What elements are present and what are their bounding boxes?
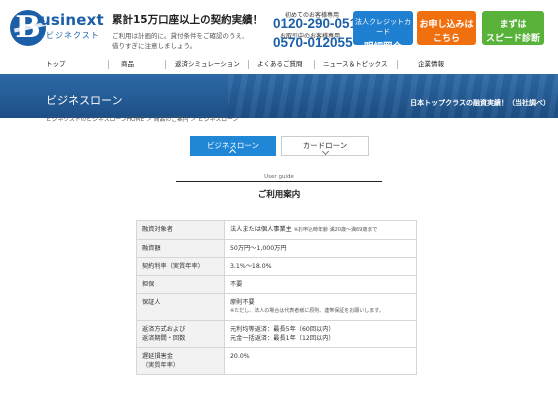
speed-diagnosis-button[interactable]: まずは スピード診断 [482,11,544,45]
nav-divider [108,60,109,69]
row-note: ※お申込時年齢 満20歳〜満69歳まで [293,227,378,233]
tagline-note: 借りすぎに注意しましょう。 [112,42,197,50]
row-value-text: 原則不要 [230,299,255,306]
row-label-line: 遅延損害金 [142,353,173,360]
main-nav: トップ 商品 返済シミュレーション よくあるご質問 ニュース＆トピックス 企業情… [0,58,558,72]
tagline-title: 累計15万口座以上の契約実績！ [112,14,264,26]
row-note: ※ただし、法人の場合は代表者様に原則、連帯保証をお願いします。 [230,308,384,314]
site-header: B usinext ビジネクスト 累計15万口座以上の契約実績！ ご利用は計画的… [0,0,558,58]
phone-new-number[interactable]: 0120-290-051 [273,16,357,31]
nav-divider [248,60,249,69]
logo-text: usinext [40,11,104,29]
button-label: 明細照会 [363,42,402,53]
logo-subtext: ビジネクスト [46,31,100,40]
nav-item-news[interactable]: ニュース＆トピックス [323,58,387,70]
table-row: 融資対象者 法人または個人事業主 ※お申込時年齢 満20歳〜満69歳まで [136,220,417,240]
row-label: 返済方式および 返済期間・回数 [136,320,225,348]
section-title: ご利用案内 [257,190,301,200]
nav-divider [397,60,398,69]
button-label: お申し込みは [419,20,474,30]
nav-divider [314,60,315,69]
row-value-line: 元利均等返済：最長5年（60回以内） [230,326,335,333]
table-row: 返済方式および 返済期間・回数 元利均等返済：最長5年（60回以内） 元金一括返… [136,320,417,348]
row-value: 50万円〜1,000万円 [224,239,417,258]
nav-item-faq[interactable]: よくあるご質問 [257,58,303,70]
row-label: 契約利率（実質年率） [136,257,225,276]
button-label: スピード診断 [485,34,540,44]
row-value: 3.1%〜18.0% [224,257,417,276]
page-title: ビジネスローン [46,94,123,107]
row-label: 融資額 [136,239,225,258]
table-row: 担保 不要 [136,275,417,294]
row-value: 法人または個人事業主 ※お申込時年齢 満20歳〜満69歳まで [224,220,417,240]
table-row: 融資額 50万円〜1,000万円 [136,239,417,258]
row-label: 融資対象者 [136,220,225,240]
nav-item-top[interactable]: トップ [46,58,66,70]
site-logo[interactable]: B usinext ビジネクスト [10,10,104,46]
row-label: 保証人 [136,293,225,321]
apply-button[interactable]: お申し込みは こちら [417,11,476,45]
table-row: 保証人 原則不要 ※ただし、法人の場合は代表者様に原則、連帯保証をお願いします。 [136,293,417,321]
nav-item-company[interactable]: 企業情報 [418,58,444,70]
button-label: 法人クレジットカード [355,18,411,36]
credit-card-statement-button[interactable]: 法人クレジットカード 明細照会 [353,11,413,53]
row-label: 担保 [136,275,225,294]
row-label-line: （実質年率） [142,362,180,369]
table-row: 契約利率（実質年率） 3.1%〜18.0% [136,257,417,276]
phone-existing-number[interactable]: 0570-012055 [273,35,353,50]
loan-info-table: 融資対象者 法人または個人事業主 ※お申込時年齢 満20歳〜満69歳まで 融資額… [136,220,417,375]
page-banner: ビジネスローン 日本トップクラスの融資実績！（当社調べ） [0,74,558,118]
table-row: 遅延損害金 （実質年率） 20.0% [136,347,417,375]
row-value-line: 元金一括返済：最長1年（12回以内） [230,335,335,342]
banner-tagline: 日本トップクラスの融資実績！（当社調べ） [410,99,550,107]
tagline-note: ご利用は計画的に。貸付条件をご確認のうえ、 [112,32,249,40]
nav-item-products[interactable]: 商品 [121,58,134,70]
row-value: 不要 [224,275,417,294]
tab-business-loan[interactable]: ビジネスローン [190,136,276,156]
row-label: 遅延損害金 （実質年率） [136,347,225,375]
button-label: まずは [499,20,527,30]
row-value: 20.0% [224,347,417,375]
button-label: こちら [432,34,460,44]
nav-divider [165,60,166,69]
row-label-line: 返済方式および [142,326,186,333]
section-divider [176,181,382,182]
row-label-line: 返済期間・回数 [142,335,186,342]
row-value: 原則不要 ※ただし、法人の場合は代表者様に原則、連帯保証をお願いします。 [224,293,417,321]
breadcrumb[interactable]: ビジネクストのビジネスローンHOME ＞ 商品のご案内 ＞ ビジネスローン [46,114,238,123]
nav-item-simulation[interactable]: 返済シミュレーション [175,58,240,70]
row-value: 元利均等返済：最長5年（60回以内） 元金一括返済：最長1年（12回以内） [224,320,417,348]
row-value-text: 法人または個人事業主 [230,226,292,233]
section-eyebrow: User guide [264,174,294,180]
tab-card-loan[interactable]: カードローン [281,136,369,156]
